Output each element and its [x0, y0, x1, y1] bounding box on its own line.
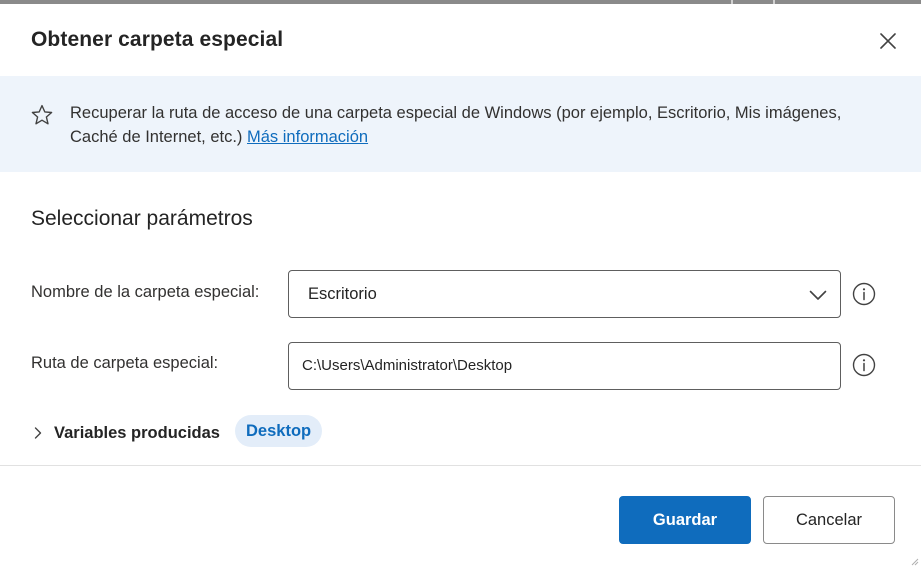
save-button[interactable]: Guardar	[619, 496, 751, 544]
special-folder-path-input[interactable]: C:\Users\Administrator\Desktop	[288, 342, 841, 390]
footer-divider	[0, 465, 921, 466]
close-button[interactable]	[874, 27, 902, 55]
cancel-button[interactable]: Cancelar	[763, 496, 895, 544]
dialog-title: Obtener carpeta especial	[31, 28, 284, 51]
special-folder-name-label: Nombre de la carpeta especial:	[31, 283, 260, 301]
variable-chip-desktop[interactable]: Desktop	[235, 415, 323, 447]
produced-variables-label: Variables producidas	[54, 423, 220, 442]
star-icon	[31, 104, 53, 125]
info-icon[interactable]	[852, 282, 876, 306]
special-folder-name-select[interactable]: Escritorio	[288, 270, 841, 318]
section-title: Seleccionar parámetros	[31, 207, 253, 230]
chevron-right-icon	[34, 427, 42, 439]
special-folder-path-value: C:\Users\Administrator\Desktop	[302, 357, 513, 374]
produced-variables-toggle[interactable]: Variables producidas	[31, 418, 220, 448]
window-top-edge	[0, 0, 921, 4]
special-folder-path-label: Ruta de carpeta especial:	[31, 354, 219, 372]
banner-description: Recuperar la ruta de acceso de una carpe…	[70, 101, 850, 149]
chevron-down-icon	[809, 290, 827, 300]
more-info-link[interactable]: Más información	[247, 128, 368, 146]
info-icon[interactable]	[852, 353, 876, 377]
resize-grip-icon[interactable]	[911, 558, 919, 566]
special-folder-name-value: Escritorio	[308, 285, 377, 303]
top-edge-separator	[773, 0, 775, 4]
close-icon	[880, 33, 896, 49]
top-edge-separator	[731, 0, 733, 4]
banner-description-text: Recuperar la ruta de acceso de una carpe…	[70, 104, 842, 146]
